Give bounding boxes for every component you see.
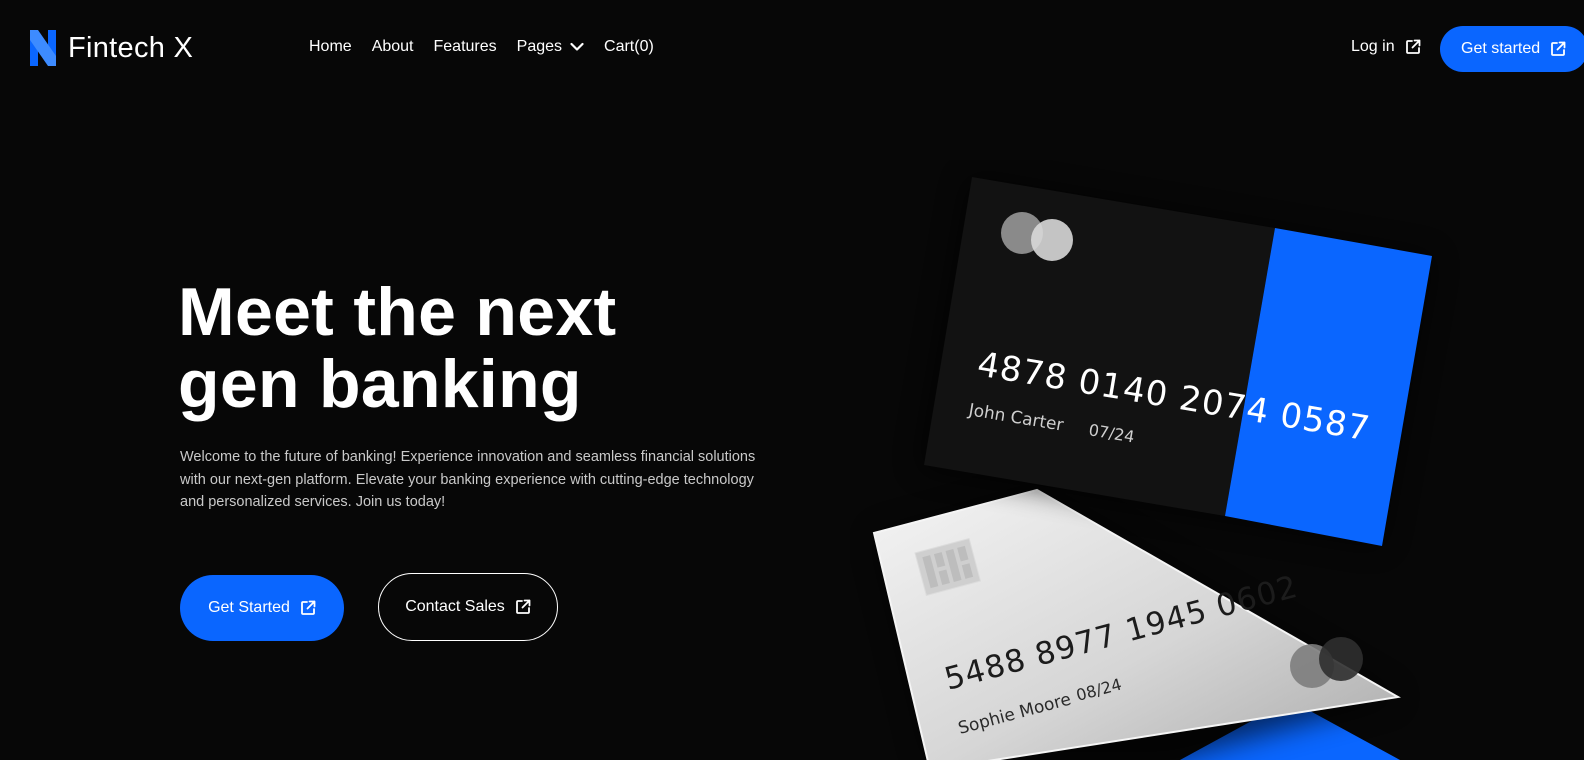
contact-sales-button[interactable]: Contact Sales xyxy=(378,573,558,641)
hero-title: Meet the next gen banking xyxy=(178,276,698,420)
nav-about[interactable]: About xyxy=(372,38,414,56)
external-link-icon xyxy=(515,599,531,615)
get-started-nav-label: Get started xyxy=(1461,40,1541,57)
credit-cards-illustration: 5488 8977 1945 0602 Sophie Moore 08/24 4… xyxy=(872,177,1432,760)
get-started-button[interactable]: Get Started xyxy=(180,575,344,641)
get-started-nav-button[interactable]: Get started xyxy=(1440,26,1584,72)
nav-features[interactable]: Features xyxy=(434,38,497,56)
external-link-icon xyxy=(300,600,316,616)
hero-title-line-1: Meet the next xyxy=(178,274,617,350)
hero-title-line-2: gen banking xyxy=(178,346,582,422)
dark-credit-card: 4878 0140 2074 0587 John Carter 07/24 xyxy=(920,177,1432,546)
contact-sales-label: Contact Sales xyxy=(405,598,505,615)
top-navigation: Fintech X Home About Features Pages Cart… xyxy=(0,0,1584,96)
external-link-icon xyxy=(1550,41,1566,57)
login-link[interactable]: Log in xyxy=(1351,38,1421,56)
external-link-icon xyxy=(1405,39,1421,55)
brand-name: Fintech X xyxy=(68,31,194,64)
main-menu: Home About Features Pages Cart(0) xyxy=(309,38,654,56)
logo-mark-icon xyxy=(30,30,56,66)
get-started-label: Get Started xyxy=(208,599,290,616)
login-label: Log in xyxy=(1351,38,1395,55)
brand-logo[interactable]: Fintech X xyxy=(30,30,193,66)
hero-description: Welcome to the future of banking! Experi… xyxy=(180,449,756,510)
nav-pages-dropdown[interactable]: Pages xyxy=(517,38,584,56)
chevron-down-icon xyxy=(570,42,584,52)
nav-pages-label: Pages xyxy=(516,38,563,55)
nav-cart[interactable]: Cart(0) xyxy=(604,38,654,56)
nav-home[interactable]: Home xyxy=(309,38,352,56)
